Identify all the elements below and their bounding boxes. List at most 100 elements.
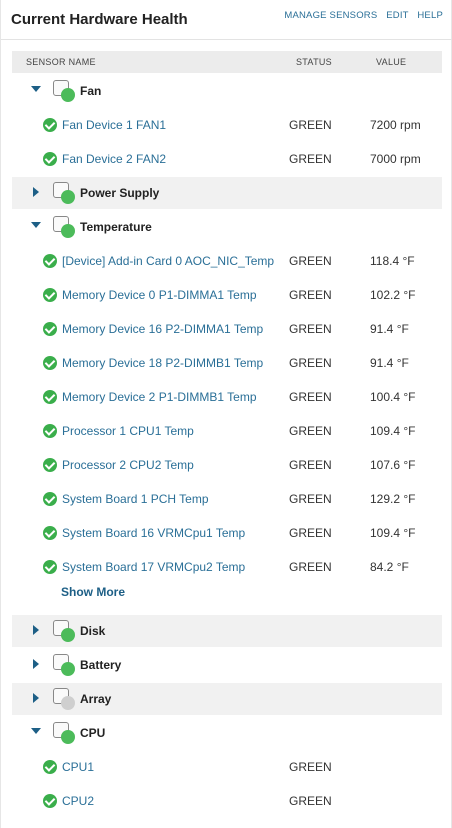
- status-check-icon: [43, 152, 57, 166]
- sensor-status: GREEN: [289, 356, 332, 370]
- header-links: MANAGE SENSORS EDIT HELP: [278, 10, 443, 21]
- status-check-icon: [43, 118, 57, 132]
- sensor-name-link[interactable]: Memory Device 2 P1-DIMMB1 Temp: [62, 390, 257, 404]
- panel-title: Current Hardware Health: [11, 11, 188, 28]
- sensor-name-link[interactable]: Fan Device 2 FAN2: [62, 152, 166, 166]
- sensor-name-link[interactable]: Processor 1 CPU1 Temp: [62, 424, 194, 438]
- status-check-icon: [43, 254, 57, 268]
- sensor-value: 129.2 °F: [370, 492, 416, 506]
- sensor-value: 109.4 °F: [370, 526, 416, 540]
- sensor-row: [Device] Add-in Card 0 AOC_NIC_Temp GREE…: [12, 245, 442, 277]
- sensor-name-link[interactable]: System Board 16 VRMCpu1 Temp: [62, 526, 245, 540]
- sensor-row: System Board 17 VRMCpu2 Temp GREEN 84.2 …: [12, 551, 442, 583]
- status-check-icon: [43, 560, 57, 574]
- category-row-fan[interactable]: Fan: [12, 75, 442, 107]
- sensor-name-link[interactable]: [Device] Add-in Card 0 AOC_NIC_Temp: [62, 254, 274, 268]
- status-check-icon: [43, 492, 57, 506]
- thermometer-icon: [53, 216, 75, 238]
- fan-icon: [53, 80, 75, 102]
- status-check-icon: [43, 424, 57, 438]
- sensor-value: 107.6 °F: [370, 458, 416, 472]
- category-row-temperature[interactable]: Temperature: [12, 211, 442, 243]
- status-check-icon: [43, 322, 57, 336]
- category-label: CPU: [80, 726, 106, 740]
- category-label: Power Supply: [80, 186, 160, 200]
- sensor-status: GREEN: [289, 152, 332, 166]
- category-row-battery[interactable]: Battery: [12, 649, 442, 681]
- sensor-row: Memory Device 0 P1-DIMMA1 Temp GREEN 102…: [12, 279, 442, 311]
- edit-link[interactable]: EDIT: [386, 10, 408, 21]
- expand-toggle-icon[interactable]: [33, 659, 39, 669]
- sensor-row: System Board 16 VRMCpu1 Temp GREEN 109.4…: [12, 517, 442, 549]
- category-row-array[interactable]: Array: [12, 683, 442, 715]
- column-status: STATUS: [296, 57, 332, 67]
- expand-toggle-icon[interactable]: [33, 693, 39, 703]
- sensor-status: GREEN: [289, 390, 332, 404]
- category-label: Disk: [80, 624, 106, 638]
- status-check-icon: [43, 458, 57, 472]
- sensor-name-link[interactable]: System Board 17 VRMCpu2 Temp: [62, 560, 245, 574]
- expand-toggle-icon[interactable]: [33, 625, 39, 635]
- category-label: Battery: [80, 658, 122, 672]
- sensor-row: Processor 1 CPU1 Temp GREEN 109.4 °F: [12, 415, 442, 447]
- show-more-link[interactable]: Show More: [61, 585, 125, 599]
- sensor-name-link[interactable]: System Board 1 PCH Temp: [62, 492, 209, 506]
- sensor-status: GREEN: [289, 794, 332, 808]
- collapse-toggle-icon[interactable]: [31, 222, 41, 228]
- sensor-row: Memory Device 16 P2-DIMMA1 Temp GREEN 91…: [12, 313, 442, 345]
- array-icon: [53, 688, 75, 710]
- sensor-row: Memory Device 2 P1-DIMMB1 Temp GREEN 100…: [12, 381, 442, 413]
- collapse-toggle-icon[interactable]: [31, 728, 41, 734]
- category-row-disk[interactable]: Disk: [12, 615, 442, 647]
- sensor-status: GREEN: [289, 288, 332, 302]
- sensor-status: GREEN: [289, 492, 332, 506]
- sensor-row: Fan Device 2 FAN2 GREEN 7000 rpm: [12, 143, 442, 175]
- status-check-icon: [43, 356, 57, 370]
- sensor-status: GREEN: [289, 458, 332, 472]
- cpu-icon: [53, 722, 75, 744]
- sensor-name-link[interactable]: Memory Device 16 P2-DIMMA1 Temp: [62, 322, 263, 336]
- battery-icon: [53, 654, 75, 676]
- sensor-row: Processor 2 CPU2 Temp GREEN 107.6 °F: [12, 449, 442, 481]
- help-link[interactable]: HELP: [417, 10, 443, 21]
- sensor-name-link[interactable]: Memory Device 18 P2-DIMMB1 Temp: [62, 356, 263, 370]
- sensor-name-link[interactable]: CPU2: [62, 794, 94, 808]
- power-supply-icon: [53, 182, 75, 204]
- sensor-name-link[interactable]: Memory Device 0 P1-DIMMA1 Temp: [62, 288, 257, 302]
- expand-toggle-icon[interactable]: [33, 187, 39, 197]
- panel-header: Current Hardware Health MANAGE SENSORS E…: [1, 0, 452, 40]
- sensor-value: 91.4 °F: [370, 356, 409, 370]
- sensor-value: 102.2 °F: [370, 288, 416, 302]
- sensor-status: GREEN: [289, 526, 332, 540]
- sensor-status: GREEN: [289, 560, 332, 574]
- sensor-name-link[interactable]: Fan Device 1 FAN1: [62, 118, 166, 132]
- collapse-toggle-icon[interactable]: [31, 86, 41, 92]
- sensor-status: GREEN: [289, 118, 332, 132]
- sensor-status: GREEN: [289, 322, 332, 336]
- category-label: Temperature: [80, 220, 152, 234]
- category-label: Fan: [80, 84, 102, 98]
- sensor-value: 84.2 °F: [370, 560, 409, 574]
- sensor-value: 91.4 °F: [370, 322, 409, 336]
- sensor-value: 100.4 °F: [370, 390, 416, 404]
- disk-icon: [53, 620, 75, 642]
- category-row-power-supply[interactable]: Power Supply: [12, 177, 442, 209]
- column-header: SENSOR NAME STATUS VALUE: [12, 51, 442, 73]
- sensor-value: 7200 rpm: [370, 118, 421, 132]
- sensor-status: GREEN: [289, 760, 332, 774]
- column-value: VALUE: [376, 57, 407, 67]
- sensor-row: CPU1 GREEN: [12, 751, 442, 783]
- sensor-name-link[interactable]: CPU1: [62, 760, 94, 774]
- sensor-row: CPU2 GREEN: [12, 785, 442, 817]
- sensor-name-link[interactable]: Processor 2 CPU2 Temp: [62, 458, 194, 472]
- manage-sensors-link[interactable]: MANAGE SENSORS: [284, 10, 377, 21]
- sensor-row: Fan Device 1 FAN1 GREEN 7200 rpm: [12, 109, 442, 141]
- hardware-health-panel: Current Hardware Health MANAGE SENSORS E…: [0, 0, 452, 828]
- status-check-icon: [43, 526, 57, 540]
- sensor-status: GREEN: [289, 424, 332, 438]
- sensor-value: 118.4 °F: [370, 254, 415, 268]
- category-row-cpu[interactable]: CPU: [12, 717, 442, 749]
- status-check-icon: [43, 288, 57, 302]
- sensor-status: GREEN: [289, 254, 332, 268]
- status-check-icon: [43, 390, 57, 404]
